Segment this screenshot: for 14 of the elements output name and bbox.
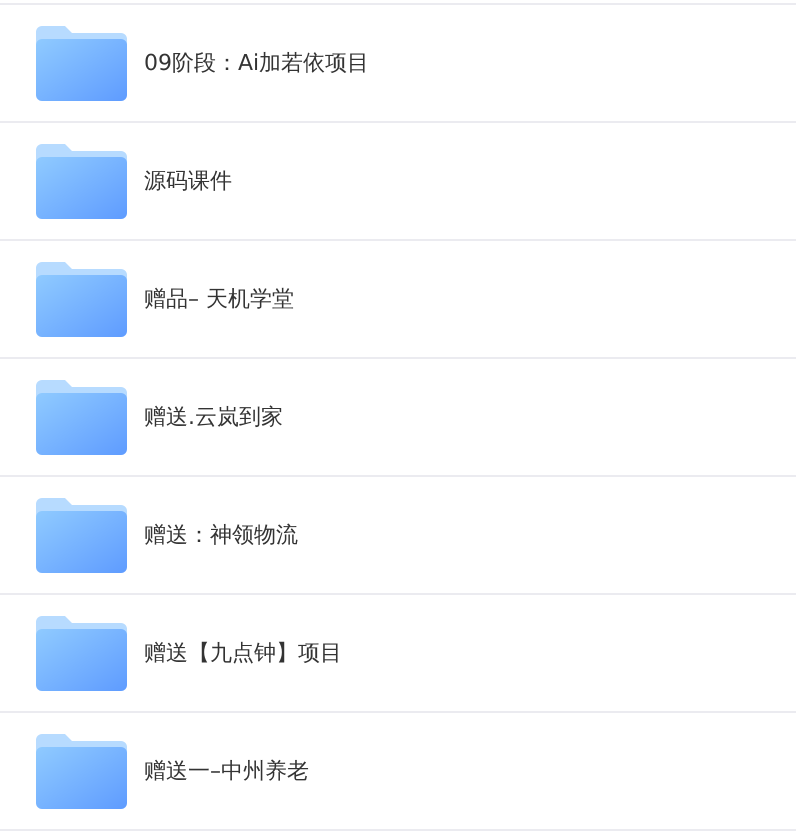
folder-name: 09阶段：Ai加若依项目 [144, 50, 370, 78]
folder-icon [36, 616, 127, 690]
folder-name: 赠送一–中州养老 [144, 758, 309, 786]
folder-icon [36, 498, 127, 572]
folder-name: 赠送.云岚到家 [144, 404, 283, 432]
folder-icon [36, 262, 127, 336]
folder-name: 赠品– 天机学堂 [144, 286, 294, 314]
folder-name: 源码课件 [144, 168, 232, 196]
folder-icon [36, 734, 127, 808]
folder-icon [36, 144, 127, 218]
folder-icon [36, 380, 127, 454]
folder-icon [36, 26, 127, 100]
folder-name: 赠送：神领物流 [144, 522, 298, 550]
folder-name: 赠送【九点钟】项目 [144, 640, 342, 668]
